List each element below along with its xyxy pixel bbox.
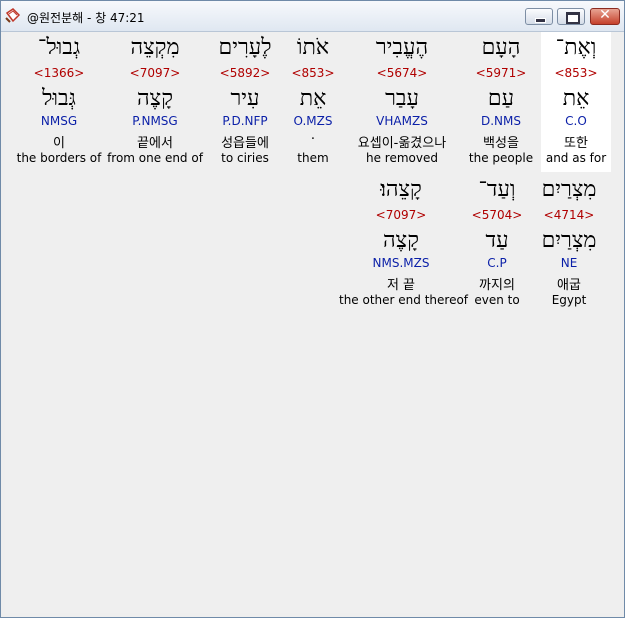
strong-number[interactable]: <5674> — [343, 66, 461, 80]
hebrew-root: מִצְרַיִם — [541, 228, 597, 253]
word-cell-9[interactable]: וְעַד־ <5704> עַד C.P 까지의 even to — [467, 174, 527, 314]
parse-code: P.NMSG — [132, 114, 178, 128]
app-book-icon — [5, 8, 21, 23]
word-cell-6[interactable]: מִקְצֵה <7097> קָצֶה P.NMSG 끝에서 from one… — [107, 32, 203, 172]
strong-number[interactable]: <853> — [287, 66, 339, 80]
parse-code: D.NMS — [480, 114, 521, 128]
hebrew-word: מִצְרַיִם — [541, 177, 597, 202]
hebrew-root: עָבַר — [385, 86, 419, 111]
english-gloss: Egypt — [551, 293, 587, 307]
parse-code: C.P — [487, 256, 507, 270]
korean-gloss: 저 끝 — [386, 278, 416, 293]
hebrew-word: אֹתוֹ — [296, 35, 330, 60]
word-analysis-panel: וְאֶת־ <853> אֵת C.O 또한 and as for הָעָם… — [5, 32, 620, 613]
korean-gloss: 끝에서 — [137, 136, 173, 151]
app-window: @원전분해 - 창 47:21 ✕ וְאֶת־ <853> אֵת C.O 또… — [0, 0, 625, 618]
word-cell-8[interactable]: מִצְרַיִם <4714> מִצְרַיִם NE 애굽 Egypt — [529, 174, 609, 314]
strong-number[interactable]: <1366> — [13, 66, 105, 80]
strong-number[interactable]: <5971> — [465, 66, 537, 80]
hebrew-root: עַם — [487, 86, 515, 111]
korean-gloss: 이 — [53, 136, 65, 151]
strong-number[interactable]: <853> — [541, 66, 611, 80]
word-cell-5[interactable]: לֶעָרִים <5892> עִיר P.D.NFP 성읍들에 to cir… — [205, 32, 285, 172]
strong-number[interactable]: <4714> — [529, 208, 609, 222]
hebrew-root: קָצֶה — [137, 86, 173, 111]
maximize-button[interactable] — [557, 8, 585, 25]
hebrew-word: קָצֵהוּ׃ — [380, 177, 422, 202]
korean-gloss: 성읍들에 — [221, 136, 269, 151]
hebrew-root: עַד — [485, 228, 509, 253]
word-cell-4[interactable]: אֹתוֹ <853> אֵת O.MZS . them — [287, 32, 339, 172]
english-gloss: from one end of — [107, 151, 203, 165]
korean-gloss: 요셉이-옮겼으나 — [357, 136, 447, 151]
hebrew-root: קָצֶה — [383, 228, 419, 253]
english-gloss: them — [297, 151, 329, 165]
korean-gloss: 애굽 — [557, 278, 581, 293]
hebrew-word: גְבוּל־ — [37, 35, 81, 60]
word-cell-3[interactable]: הֶעֱבִיר <5674> עָבַר VHAMZS 요셉이-옮겼으나 he… — [343, 32, 461, 172]
korean-gloss: 백성을 — [483, 136, 519, 151]
english-gloss: to ciries — [221, 151, 269, 165]
word-cell-10[interactable]: קָצֵהוּ׃ <7097> קָצֶה NMS.MZS 저 끝 the ot… — [339, 174, 469, 314]
hebrew-root: גְּבוּל — [42, 86, 76, 111]
hebrew-root: עִיר — [230, 86, 260, 111]
parse-code: O.MZS — [293, 114, 333, 128]
parse-code: P.D.NFP — [222, 114, 268, 128]
hebrew-root: אֵת — [299, 86, 327, 111]
word-cell-2[interactable]: הָעָם <5971> עַם D.NMS 백성을 the people — [465, 32, 537, 172]
hebrew-word: הָעָם — [481, 35, 521, 60]
strong-number[interactable]: <5704> — [467, 208, 527, 222]
word-cell-1[interactable]: וְאֶת־ <853> אֵת C.O 또한 and as for — [541, 32, 611, 172]
korean-gloss: 또한 — [564, 136, 588, 151]
korean-gloss: . — [310, 128, 316, 143]
hebrew-root: אֵת — [562, 86, 590, 111]
hebrew-word: וְאֶת־ — [555, 35, 597, 60]
close-button[interactable]: ✕ — [590, 7, 620, 25]
strong-number[interactable]: <5892> — [205, 66, 285, 80]
word-cell-7[interactable]: גְבוּל־ <1366> גְּבוּל NMSG 이 the border… — [13, 32, 105, 172]
parse-code: NE — [560, 256, 578, 270]
english-gloss: the people — [468, 151, 534, 165]
parse-code: C.O — [565, 114, 587, 128]
english-gloss: even to — [474, 293, 520, 307]
english-gloss: and as for — [545, 151, 607, 165]
strong-number[interactable]: <7097> — [107, 66, 203, 80]
parse-code: NMSG — [40, 114, 78, 128]
english-gloss: the other end thereof — [339, 293, 469, 307]
hebrew-word: מִקְצֵה — [130, 35, 180, 60]
window-title: @원전분해 - 창 47:21 — [27, 11, 145, 25]
hebrew-word: הֶעֱבִיר — [375, 35, 429, 60]
korean-gloss: 까지의 — [479, 278, 515, 293]
title-bar[interactable]: @원전분해 - 창 47:21 ✕ — [1, 1, 624, 32]
english-gloss: the borders of — [16, 151, 102, 165]
minimize-button[interactable] — [525, 8, 553, 25]
parse-code: NMS.MZS — [372, 256, 430, 270]
strong-number[interactable]: <7097> — [339, 208, 463, 222]
english-gloss: he removed — [366, 151, 438, 165]
close-icon: ✕ — [599, 7, 611, 23]
parse-code: VHAMZS — [376, 114, 428, 128]
hebrew-word: לֶעָרִים — [218, 35, 272, 60]
hebrew-word: וְעַד־ — [478, 177, 516, 202]
